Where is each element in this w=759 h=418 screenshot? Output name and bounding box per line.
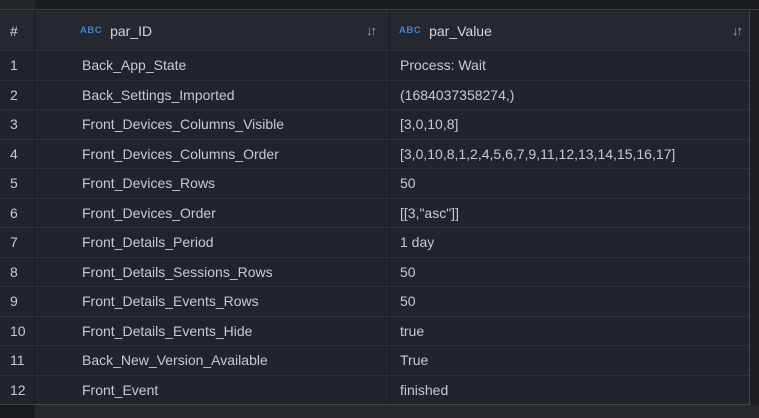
par-id-cell: Front_Devices_Columns_Visible [35, 110, 390, 139]
par-value-cell: True [390, 346, 749, 375]
par-id-cell: Back_Settings_Imported [35, 81, 390, 110]
row-index-cell: 2 [0, 81, 35, 110]
clipped-index-cell [0, 0, 35, 9]
par-value-cell: [3,0,10,8,1,2,4,5,6,7,9,11,12,13,14,15,1… [390, 140, 749, 169]
par-value-cell: (1684037358274,) [390, 81, 749, 110]
par-id-cell: Front_Details_Events_Hide [35, 317, 390, 346]
row-index-cell: 7 [0, 228, 35, 257]
table-row: 11Back_New_Version_AvailableTrue [0, 345, 749, 375]
par-id-cell: Back_New_Version_Available [35, 346, 390, 375]
column-header-par-id[interactable]: ABC par_ID ↓↑ [35, 11, 390, 50]
row-index-cell: 3 [0, 110, 35, 139]
string-field-type-icon: ABC [80, 25, 102, 36]
par-id-cell: Front_Details_Period [35, 228, 390, 257]
clipped-row-above [0, 0, 759, 10]
row-index-cell: 4 [0, 140, 35, 169]
table-row: 10Front_Details_Events_Hidetrue [0, 316, 749, 346]
table-row: 7Front_Details_Period1 day [0, 227, 749, 257]
table-row: 6Front_Devices_Order[[3,"asc"]] [0, 198, 749, 228]
sort-toggle-icon[interactable]: ↓↑ [358, 23, 375, 38]
string-field-type-icon: ABC [399, 25, 421, 36]
area-below-table [0, 405, 759, 418]
par-value-cell: Process: Wait [390, 51, 749, 80]
par-value-cell: [[3,"asc"]] [390, 199, 749, 228]
par-value-cell: true [390, 317, 749, 346]
table-panel: # ABC par_ID ↓↑ ABC par_Value ↓↑ 1Back_A… [0, 0, 759, 418]
par-value-cell: 50 [390, 169, 749, 198]
par-value-cell: 50 [390, 287, 749, 316]
par-id-cell: Front_Details_Events_Rows [35, 287, 390, 316]
par-value-cell: 1 day [390, 228, 749, 257]
row-index-cell: 10 [0, 317, 35, 346]
table-header-row: # ABC par_ID ↓↑ ABC par_Value ↓↑ [0, 11, 749, 50]
row-index-cell: 5 [0, 169, 35, 198]
row-index-cell: 6 [0, 199, 35, 228]
table-row: 3Front_Devices_Columns_Visible[3,0,10,8] [0, 109, 749, 139]
clipped-index-cell-bottom [0, 405, 35, 418]
table-row: 1Back_App_StateProcess: Wait [0, 50, 749, 80]
table-row: 5Front_Devices_Rows50 [0, 168, 749, 198]
table-row: 4Front_Devices_Columns_Order[3,0,10,8,1,… [0, 139, 749, 169]
table-body: 1Back_App_StateProcess: Wait2Back_Settin… [0, 50, 749, 404]
column-header-index[interactable]: # [0, 11, 35, 50]
table-row: 12Front_Eventfinished [0, 375, 749, 405]
par-id-cell: Front_Event [35, 376, 390, 405]
row-index-cell: 12 [0, 376, 35, 405]
par-id-cell: Front_Devices_Columns_Order [35, 140, 390, 169]
par-id-cell: Front_Devices_Rows [35, 169, 390, 198]
table-row: 9Front_Details_Events_Rows50 [0, 286, 749, 316]
column-header-index-label: # [10, 23, 18, 39]
clipped-row-remainder [35, 0, 759, 9]
table-row: 2Back_Settings_Imported(1684037358274,) [0, 80, 749, 110]
sort-toggle-icon[interactable]: ↓↑ [724, 23, 741, 38]
row-index-cell: 9 [0, 287, 35, 316]
row-index-cell: 1 [0, 51, 35, 80]
column-header-par-value[interactable]: ABC par_Value ↓↑ [390, 11, 749, 50]
par-id-cell: Front_Devices_Order [35, 199, 390, 228]
par-value-cell: 50 [390, 258, 749, 287]
table-row: 8Front_Details_Sessions_Rows50 [0, 257, 749, 287]
par-id-cell: Back_App_State [35, 51, 390, 80]
par-value-cell: [3,0,10,8] [390, 110, 749, 139]
parameters-table: # ABC par_ID ↓↑ ABC par_Value ↓↑ 1Back_A… [0, 11, 750, 405]
par-id-cell: Front_Details_Sessions_Rows [35, 258, 390, 287]
par-value-cell: finished [390, 376, 749, 405]
row-index-cell: 11 [0, 346, 35, 375]
row-index-cell: 8 [0, 258, 35, 287]
column-header-par-value-label: par_Value [429, 23, 492, 39]
column-header-par-id-label: par_ID [110, 23, 152, 39]
scrollbar-track [750, 11, 759, 405]
